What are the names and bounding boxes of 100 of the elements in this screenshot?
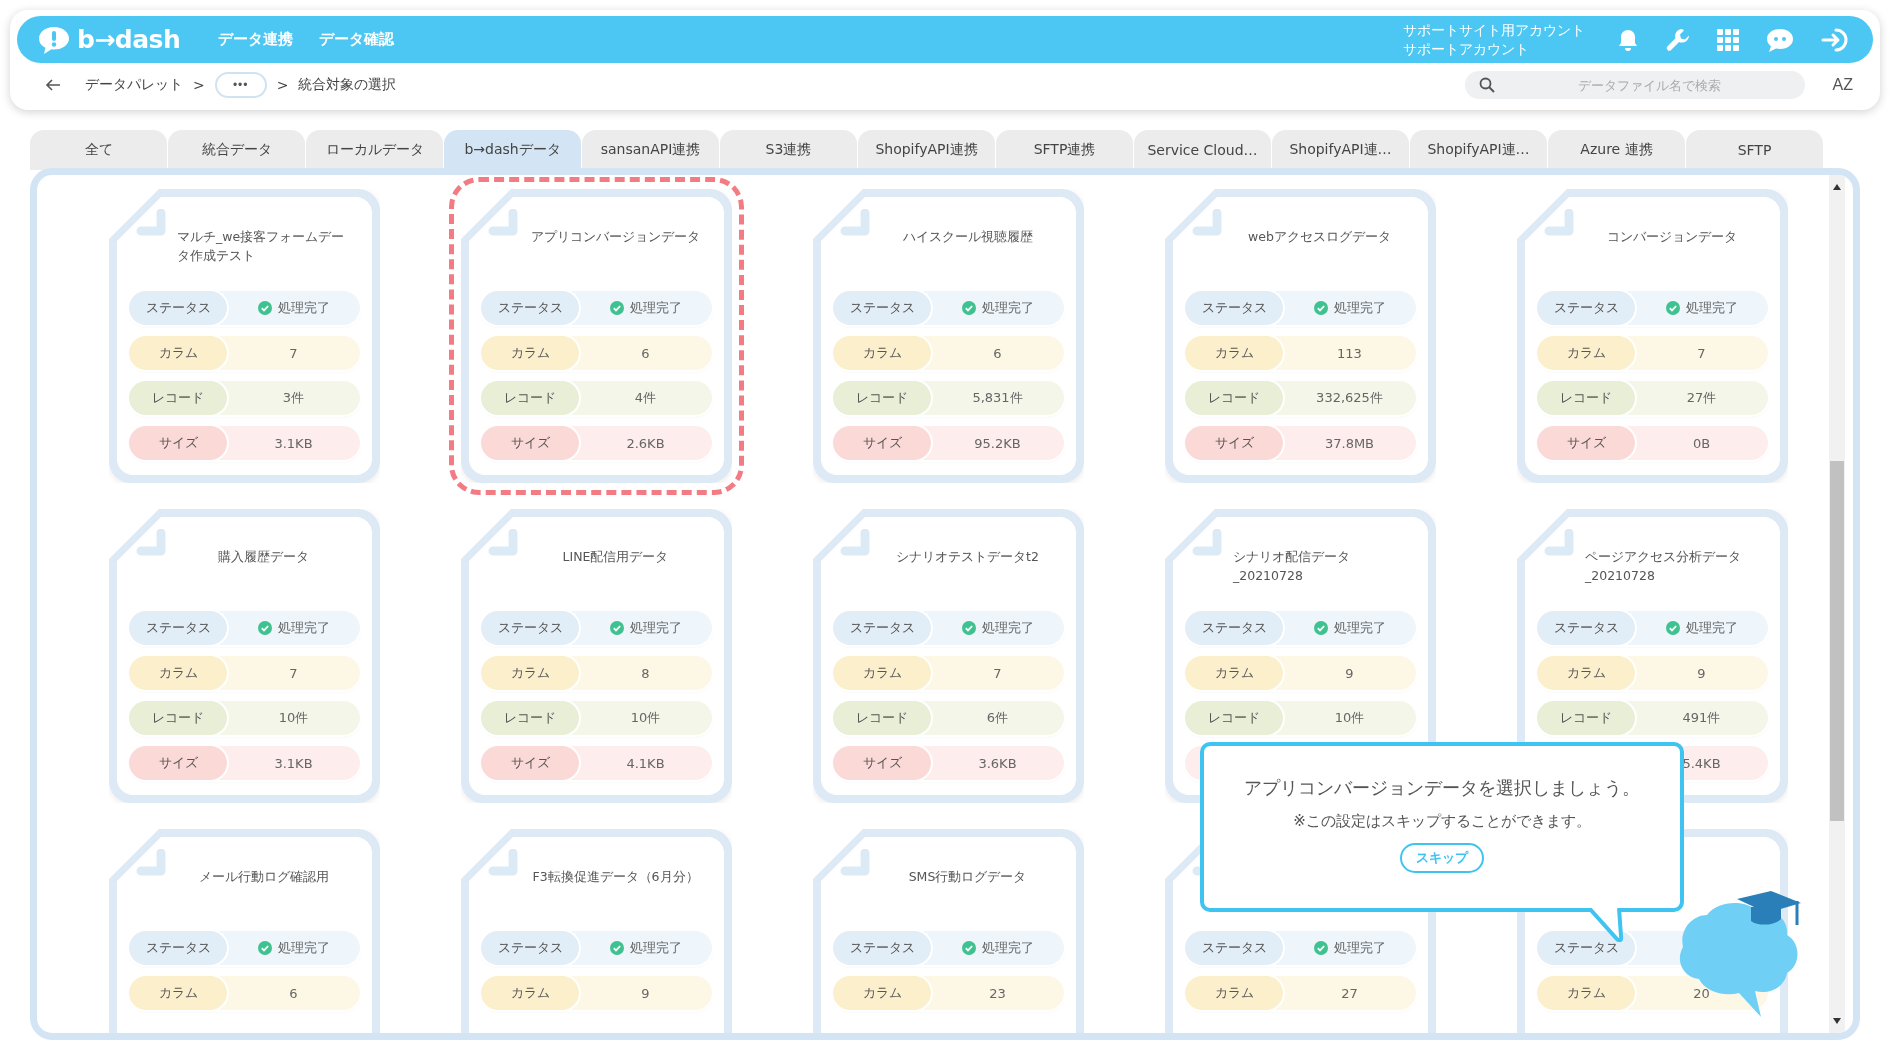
field-label: カラム [129, 336, 227, 370]
tab[interactable]: ShopifyAPI連… [1410, 130, 1547, 170]
field-value: 10件 [278, 709, 309, 727]
field-value: 処理完了 [1333, 619, 1386, 637]
field-label: レコード [1537, 701, 1635, 735]
field-label: カラム [1537, 656, 1635, 690]
field-label: ステータス [1537, 611, 1635, 645]
field-value: 7 [289, 345, 298, 361]
tab[interactable]: Azure 連携 [1548, 130, 1685, 170]
data-file-card[interactable]: アプリコンバージョンデータ ステータス 処理完了 カラム 6 レコード 4件 サイズ 2.6KB [449, 177, 744, 495]
account-name: サポートアカウント [1403, 39, 1530, 59]
grid-icon[interactable] [1717, 28, 1739, 51]
card-title: マルチ_we接客フォームデータ作成テスト [177, 228, 346, 265]
field-value: 3.1KB [274, 755, 313, 771]
tab[interactable]: b→dashデータ [444, 130, 581, 170]
field-label: カラム [1185, 976, 1283, 1010]
check-icon [1313, 301, 1328, 315]
tab[interactable]: ShopifyAPI連… [1272, 130, 1409, 170]
field-value: 処理完了 [981, 299, 1034, 317]
field-value: 20 [1693, 985, 1710, 1001]
tab[interactable]: 全て [30, 130, 167, 170]
tab[interactable]: Service Cloud… [1134, 130, 1271, 170]
field-value: 処理完了 [629, 939, 682, 957]
field-value: 処理完了 [629, 619, 682, 637]
field-value: 113 [1337, 345, 1362, 361]
field-value: 9 [1697, 665, 1706, 681]
field-value: 4.1KB [626, 755, 665, 771]
check-icon [609, 621, 624, 635]
sort-button[interactable]: AZ [1832, 76, 1853, 94]
field-label: ステータス [129, 931, 227, 965]
field-label: レコード [129, 381, 227, 415]
field-value: 処理完了 [981, 619, 1034, 637]
field-label: レコード [1185, 381, 1283, 415]
speech-bubble-icon [37, 24, 71, 55]
field-label: レコード [1185, 701, 1283, 735]
tab[interactable]: ShopifyAPI連携 [858, 130, 995, 170]
field-label: サイズ [481, 426, 579, 460]
more-button[interactable]: ••• [214, 72, 267, 98]
field-label: カラム [833, 336, 931, 370]
tab[interactable]: S3連携 [720, 130, 857, 170]
check-icon [961, 621, 976, 635]
chat-bubble-icon[interactable] [1765, 26, 1795, 53]
field-value: 27件 [1686, 389, 1717, 407]
field-label: カラム [481, 656, 579, 690]
field-label: カラム [1185, 336, 1283, 370]
field-value: 6 [993, 345, 1002, 361]
tab[interactable]: ローカルデータ [306, 130, 443, 170]
card-title: コンバージョンデータ [1606, 228, 1737, 246]
check-icon [1665, 621, 1680, 635]
field-value: 処理完了 [277, 299, 330, 317]
card-title: シナリオ配信データ_20210728 [1233, 548, 1351, 585]
field-value: 9 [1345, 665, 1354, 681]
card-title: ページアクセス分析データ_20210728 [1585, 548, 1742, 585]
tab[interactable]: SFTP連携 [996, 130, 1133, 170]
field-label: ステータス [481, 931, 579, 965]
field-value: 3.6KB [978, 755, 1017, 771]
breadcrumb-link[interactable]: データパレット [85, 76, 183, 94]
card-title: webアクセスログデータ [1248, 228, 1391, 246]
tab[interactable]: sansanAPI連携 [582, 130, 719, 170]
field-label: サイズ [1185, 426, 1283, 460]
bell-icon[interactable] [1617, 27, 1639, 52]
breadcrumb-separator: > [276, 77, 289, 93]
field-value: 処理完了 [1333, 299, 1386, 317]
card-title: メール行動ログ確認用 [198, 868, 329, 886]
field-label: カラム [1537, 336, 1635, 370]
check-icon [1313, 941, 1328, 955]
field-label: レコード [833, 381, 931, 415]
field-label: ステータス [481, 611, 579, 645]
field-value: 0B [1692, 435, 1711, 451]
field-value: 332,625件 [1316, 389, 1383, 407]
breadcrumb-separator: > [193, 77, 205, 93]
field-label: サイズ [833, 426, 931, 460]
card-title: LINE配信用データ [562, 548, 669, 566]
field-label: カラム [129, 656, 227, 690]
field-label: ステータス [481, 291, 579, 325]
scroll-up-icon[interactable] [1832, 183, 1842, 191]
tooltip-note: ※この設定はスキップすることができます。 [1293, 812, 1591, 831]
field-value: 6 [289, 985, 298, 1001]
scroll-thumb[interactable] [1830, 461, 1844, 821]
field-value: 処理完了 [1685, 299, 1738, 317]
card-title: F3転換促進データ（6月分） [532, 868, 699, 886]
field-label: ステータス [1537, 931, 1635, 965]
field-value: 7 [1697, 345, 1706, 361]
scrollbar[interactable] [1829, 175, 1845, 1033]
account-name: サポートサイト用アカウント [1403, 20, 1585, 40]
field-label: ステータス [129, 291, 227, 325]
field-value: 23 [989, 985, 1006, 1001]
field-label: ステータス [1185, 931, 1283, 965]
wrench-icon[interactable] [1665, 26, 1691, 53]
back-arrow-icon[interactable] [45, 78, 61, 92]
field-value: 5.4KB [1682, 755, 1721, 771]
field-value: 10件 [1334, 709, 1365, 727]
tab[interactable]: SFTP [1686, 130, 1823, 170]
scroll-down-icon[interactable] [1832, 1017, 1842, 1025]
tab[interactable]: 統合データ [168, 130, 305, 170]
card-title: 購入履歴データ [218, 548, 309, 566]
check-icon [609, 301, 624, 315]
field-value: 491件 [1682, 709, 1721, 727]
search-icon [1478, 77, 1495, 93]
field-label: レコード [1537, 381, 1635, 415]
